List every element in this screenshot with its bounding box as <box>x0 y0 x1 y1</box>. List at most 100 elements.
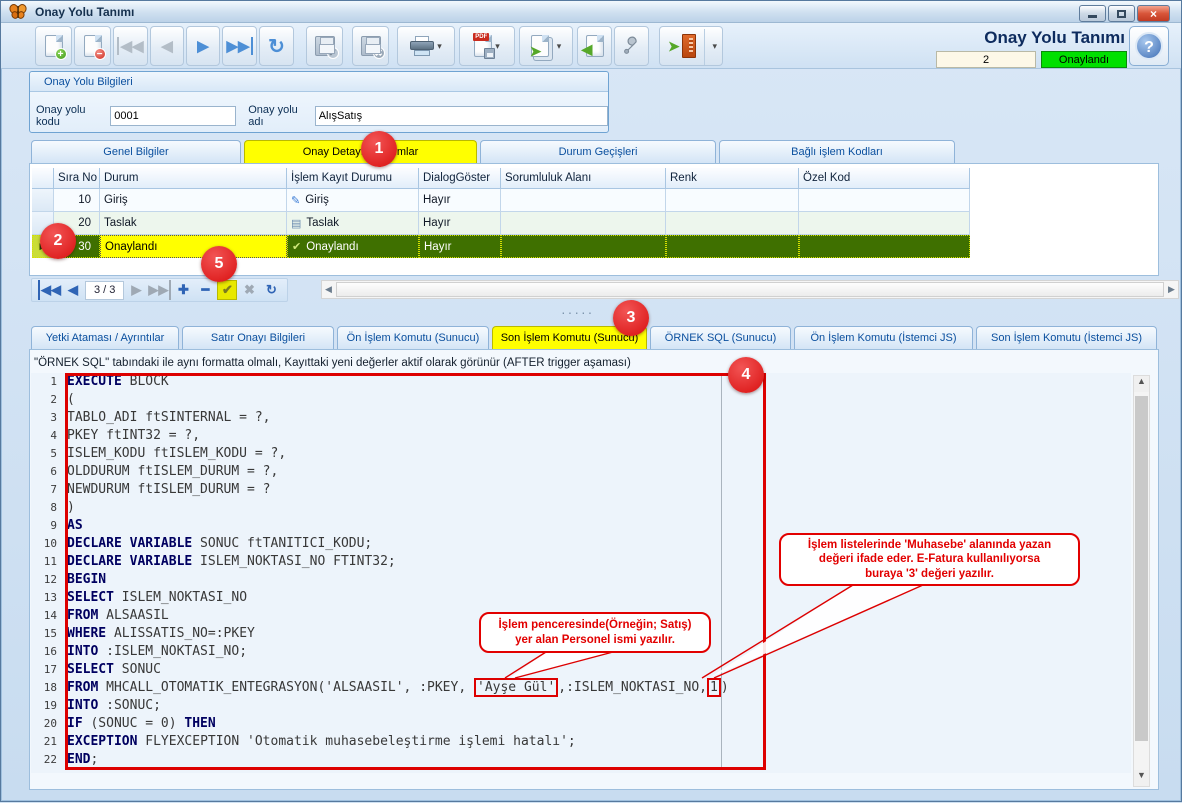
previous-record[interactable]: ◀ <box>63 280 83 300</box>
copy-dropdown-icon[interactable]: ▾ <box>557 41 562 52</box>
refresh-records[interactable]: ↻ <box>261 280 281 300</box>
scroll-up-icon[interactable]: ▲ <box>1134 376 1149 392</box>
main-tab-0[interactable]: Genel Bilgiler <box>31 140 241 163</box>
detail-tab-bar: Yetki Ataması / AyrıntılarSatır Onayı Bi… <box>31 326 1157 349</box>
next-record[interactable]: ▶ <box>126 280 146 300</box>
line-number: 22 <box>31 751 61 769</box>
line-number: 19 <box>31 697 61 715</box>
cell-renk[interactable] <box>666 212 799 235</box>
maximize-button[interactable] <box>1108 5 1135 22</box>
print-button[interactable]: ▾ <box>397 26 455 66</box>
editor-vertical-scrollbar[interactable]: ▲ ▼ <box>1133 375 1150 787</box>
column-header-3[interactable]: DialogGöster <box>419 168 501 189</box>
save-cancel-button[interactable]: ✖ <box>352 26 389 66</box>
pdf-dropdown-icon[interactable]: ▾ <box>495 41 500 52</box>
cell-durum[interactable]: Onaylandı <box>100 235 287 258</box>
name-field-input[interactable] <box>315 106 608 126</box>
status-badge: Onaylandı <box>1041 51 1127 68</box>
refresh-button[interactable]: ↻ <box>259 26 294 66</box>
copy-transfer-icon: ➤ <box>531 35 549 57</box>
column-header-2[interactable]: İşlem Kayıt Durumu <box>287 168 419 189</box>
export-pdf-button[interactable]: PDF ▾ <box>459 26 515 66</box>
delete-record-button[interactable]: − <box>74 26 111 66</box>
wrench-icon <box>622 36 642 56</box>
help-button[interactable]: ? <box>1129 26 1169 66</box>
exit-dropdown-icon[interactable]: ▾ <box>712 41 717 52</box>
cell-ozel[interactable] <box>799 189 970 212</box>
last-record-button[interactable]: ▶▶ <box>222 26 257 66</box>
column-header-5[interactable]: Renk <box>666 168 799 189</box>
copy-transfer-button[interactable]: ➤ ▾ <box>519 26 573 66</box>
first-record-button[interactable]: ◀◀ <box>113 26 148 66</box>
entry-icon: ✎ <box>291 194 300 207</box>
minimize-button[interactable] <box>1079 5 1106 22</box>
insert-record[interactable]: ✚ <box>173 280 193 300</box>
detail-tab-6[interactable]: Son İşlem Komutu (İstemci JS) <box>976 326 1157 349</box>
row-selector[interactable] <box>32 189 54 212</box>
main-tab-bar: Genel BilgilerOnay Detayı / DurumlarDuru… <box>31 140 955 163</box>
cell-sorumluluk[interactable] <box>501 235 666 258</box>
cell-kayit[interactable]: ✎Giriş <box>287 189 419 212</box>
delete-record[interactable]: ━ <box>195 280 215 300</box>
save-button[interactable]: ✔ <box>306 26 343 66</box>
code-line-3: 3TABLO_ADI ftSINTERNAL = ?, <box>31 409 1131 427</box>
column-header-0[interactable]: Sıra No▲ <box>54 168 100 189</box>
step-badge-2: 2 <box>40 223 76 259</box>
table-row-10[interactable]: 10Giriş✎GirişHayır <box>32 189 970 212</box>
cell-sorumluluk[interactable] <box>501 212 666 235</box>
table-row-20[interactable]: 20Taslak▤TaslakHayır <box>32 212 970 235</box>
new-record-button[interactable]: + <box>35 26 72 66</box>
detail-tab-4[interactable]: ÖRNEK SQL (Sunucu) <box>650 326 791 349</box>
tools-button[interactable] <box>614 26 649 66</box>
column-header-6[interactable]: Özel Kod <box>799 168 970 189</box>
column-header-4[interactable]: Sorumluluk Alanı <box>501 168 666 189</box>
cancel-edit[interactable]: ✖ <box>239 280 259 300</box>
cell-renk[interactable] <box>666 189 799 212</box>
scrollbar-thumb[interactable] <box>336 282 1164 297</box>
detail-tab-0[interactable]: Yetki Ataması / Ayrıntılar <box>31 326 179 349</box>
cell-dialog[interactable]: Hayır <box>419 235 501 258</box>
cell-durum[interactable]: Giriş <box>100 189 287 212</box>
name-field-label: Onay yolu adı <box>248 104 314 128</box>
cell-kayit[interactable]: ✔Onaylandı <box>287 235 419 258</box>
table-row-30[interactable]: ▶30Onaylandı✔OnaylandıHayır <box>32 235 970 258</box>
cell-sorumluluk[interactable] <box>501 189 666 212</box>
scroll-down-icon[interactable]: ▼ <box>1134 770 1149 786</box>
previous-record-button[interactable]: ◀ <box>150 26 184 66</box>
print-dropdown-icon[interactable]: ▾ <box>437 41 442 52</box>
last-record[interactable]: ▶▶ <box>148 280 171 300</box>
exit-button[interactable]: ➤ ▾ <box>659 26 723 66</box>
cell-renk[interactable] <box>666 235 799 258</box>
cell-kayit[interactable]: ▤Taslak <box>287 212 419 235</box>
check-icon: ✔ <box>292 240 301 253</box>
cell-ozel[interactable] <box>799 212 970 235</box>
cell-dialog[interactable]: Hayır <box>419 189 501 212</box>
main-tab-2[interactable]: Durum Geçişleri <box>480 140 716 163</box>
cell-ozel[interactable] <box>799 235 970 258</box>
detail-tab-1[interactable]: Satır Onayı Bilgileri <box>182 326 334 349</box>
first-record[interactable]: ◀◀ <box>38 280 61 300</box>
status-grid: Sıra No▲Durumİşlem Kayıt DurumuDialogGös… <box>32 168 970 258</box>
grid-horizontal-scrollbar[interactable]: ◀ ▶ <box>321 280 1179 299</box>
editor-scrollbar-thumb[interactable] <box>1135 396 1148 741</box>
scroll-right-icon[interactable]: ▶ <box>1165 284 1178 295</box>
detail-tab-2[interactable]: Ön İşlem Komutu (Sunucu) <box>337 326 489 349</box>
line-number: 20 <box>31 715 61 733</box>
line-number: 11 <box>31 553 61 571</box>
cell-durum[interactable]: Taslak <box>100 212 287 235</box>
next-record-button[interactable]: ▶ <box>186 26 220 66</box>
detail-tab-5[interactable]: Ön İşlem Komutu (İstemci JS) <box>794 326 973 349</box>
cell-sira[interactable]: 10 <box>54 189 100 212</box>
splitter-handle[interactable]: ····· <box>561 304 594 320</box>
post-edit[interactable]: ✔ <box>217 280 237 300</box>
save-cancel-icon: ✖ <box>361 36 381 56</box>
scroll-left-icon[interactable]: ◀ <box>322 284 335 295</box>
column-header-1[interactable]: Durum <box>100 168 287 189</box>
code-field-input[interactable] <box>110 106 236 126</box>
cell-dialog[interactable]: Hayır <box>419 212 501 235</box>
main-tab-3[interactable]: Bağlı işlem Kodları <box>719 140 955 163</box>
close-button[interactable]: × <box>1137 5 1170 22</box>
code-line-18: 18FROM MHCALL_OTOMATIK_ENTEGRASYON('ALSA… <box>31 679 1131 697</box>
import-button[interactable]: ◀ <box>577 26 612 66</box>
line-number: 7 <box>31 481 61 499</box>
